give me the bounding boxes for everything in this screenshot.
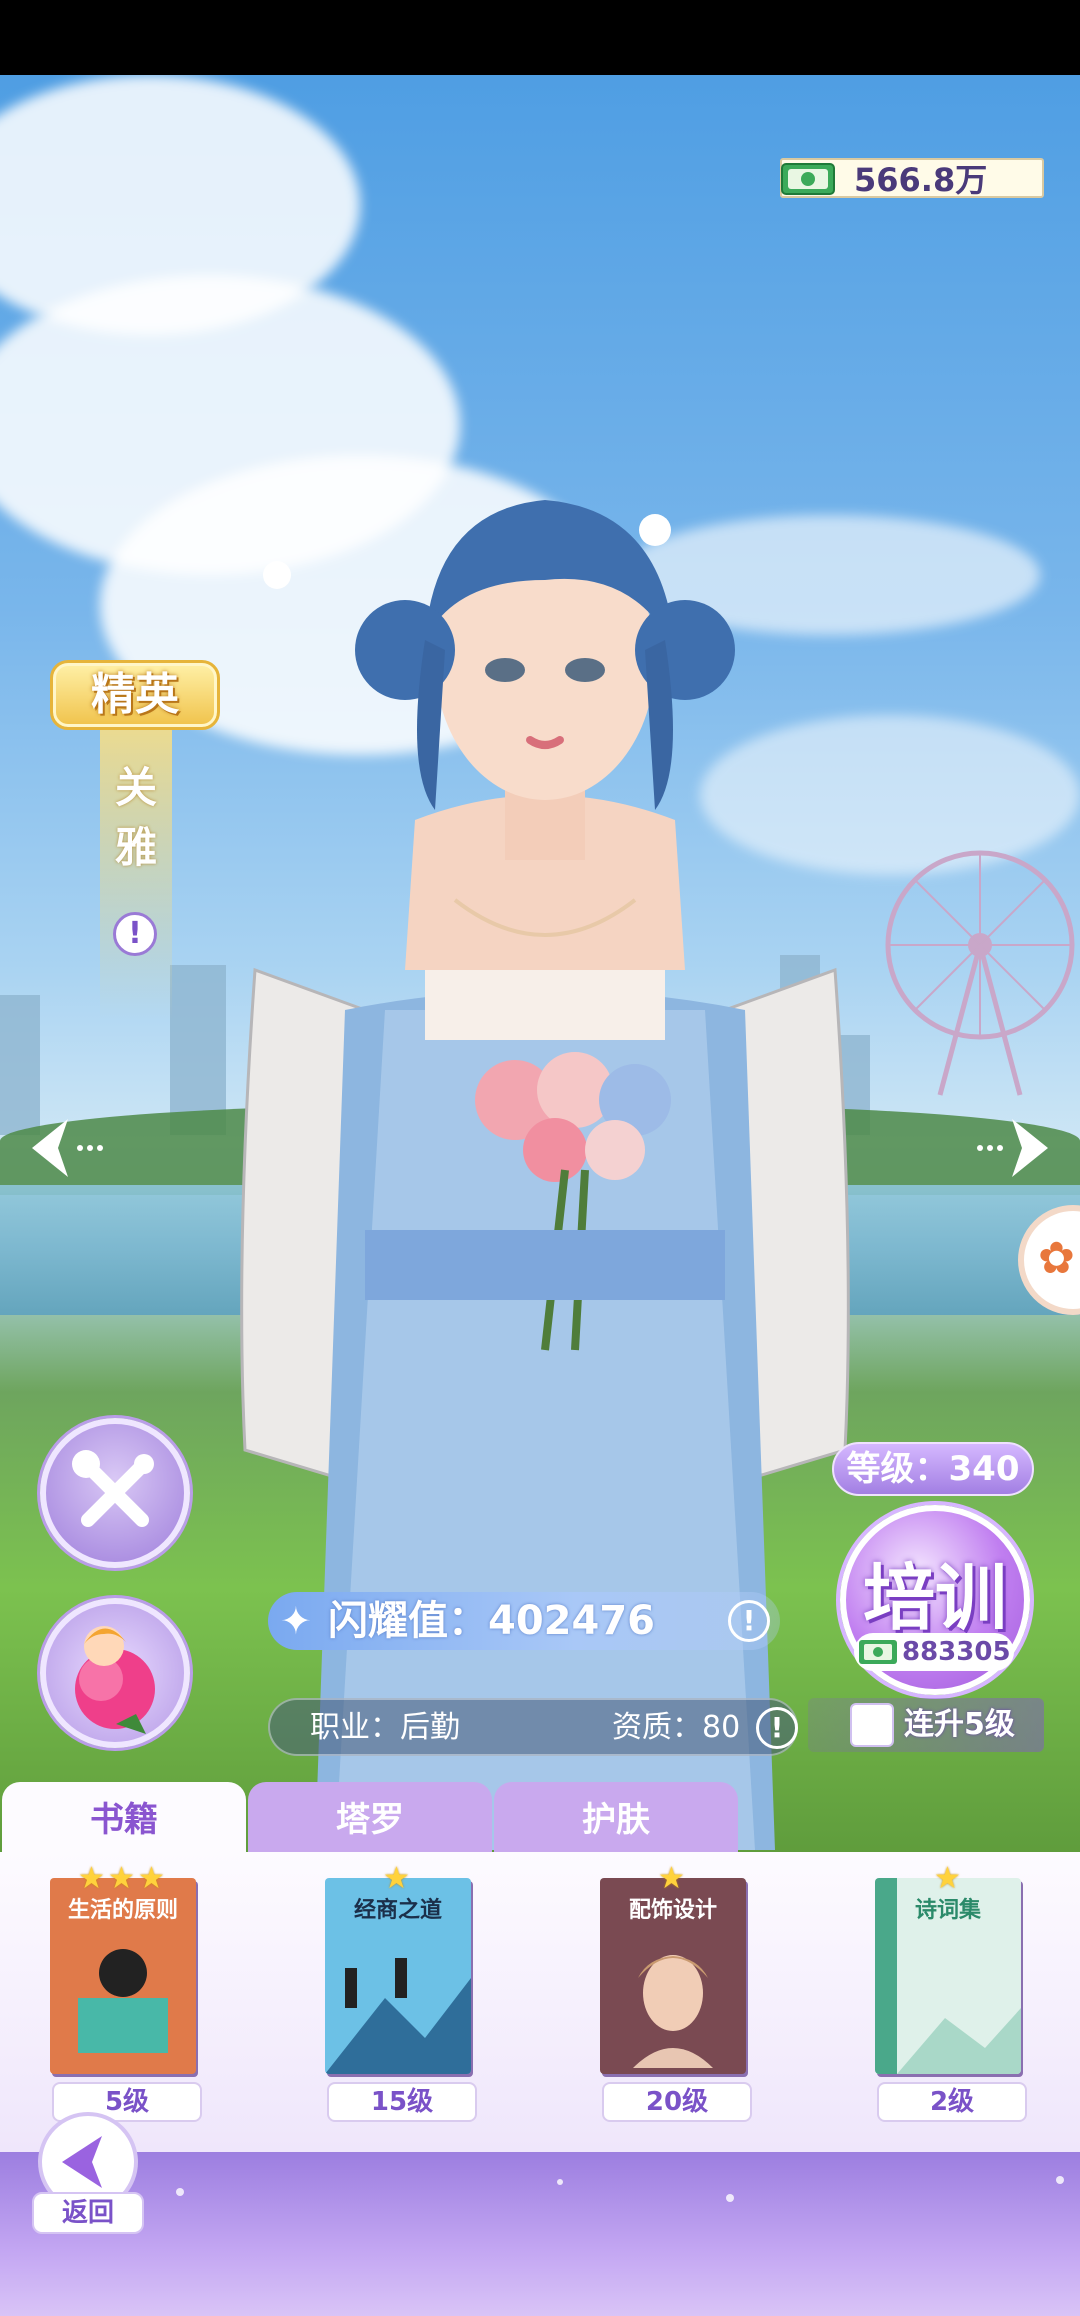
category-tabs: 书籍 塔罗 护肤 — [0, 1782, 1080, 1854]
character-level: 等级：340 — [832, 1442, 1034, 1496]
book-star-rating: ★ — [383, 1864, 413, 1898]
footer-bar — [0, 2152, 1080, 2316]
cash-icon — [781, 163, 835, 195]
multi-levelup-toggle[interactable]: 连升5级 — [808, 1698, 1044, 1752]
tools-button[interactable] — [40, 1418, 190, 1568]
book-cover-art — [78, 1949, 168, 2053]
book-level: 15级 — [327, 2082, 477, 2122]
paw-icon: ✿ — [1038, 1233, 1075, 1284]
character-name: 关雅 — [114, 763, 157, 872]
star-icon: ★ — [383, 1861, 410, 1896]
currency-display: 566.8万 — [780, 158, 1044, 199]
back-button[interactable]: 返回 — [32, 2112, 144, 2234]
train-button[interactable]: 培训 883305 — [840, 1505, 1030, 1695]
quality-info-icon[interactable]: ! — [756, 1707, 798, 1749]
book-item[interactable]: 诗词集 — [875, 1878, 1021, 2074]
shine-value-bar: ✦ 闪耀值：402476 ! — [268, 1592, 780, 1650]
back-label: 返回 — [32, 2192, 144, 2234]
companion-avatar-button[interactable] — [40, 1598, 190, 1748]
status-bar — [0, 0, 1080, 75]
star-icon: ★ — [138, 1861, 165, 1896]
star-icon: ★ — [78, 1861, 105, 1896]
quality-label: 资质：80 — [612, 1710, 741, 1745]
wrench-screwdriver-icon — [72, 1450, 154, 1527]
book-star-rating: ★ — [934, 1864, 964, 1898]
star-icon: ★ — [108, 1861, 135, 1896]
star-icon: ★ — [658, 1861, 685, 1896]
previous-character-arrow-icon[interactable] — [28, 1115, 108, 1181]
train-cost-value: 883305 — [902, 1637, 1011, 1667]
tab-books[interactable]: 书籍 — [2, 1782, 246, 1854]
book-list: 生活的原则 经商之道 配饰设计 诗词集 ★ ★ ★ ★ ★ ★ 5级 15级 20级 — [0, 1852, 1080, 2152]
book-cover-art — [325, 1958, 471, 2074]
next-character-arrow-icon[interactable] — [972, 1115, 1052, 1181]
rank-label: 精英 — [91, 669, 179, 720]
levelup-checkbox[interactable] — [850, 1703, 894, 1747]
tab-skincare[interactable]: 护肤 — [494, 1782, 738, 1854]
character-info-icon[interactable]: ! — [113, 912, 157, 956]
sparkle-icon: ✦ — [280, 1599, 312, 1643]
shine-info-icon[interactable]: ! — [728, 1600, 770, 1642]
book-item[interactable]: 配饰设计 — [600, 1878, 746, 2074]
book-cover-art — [875, 1878, 1021, 2074]
book-star-rating: ★ — [658, 1864, 688, 1898]
rank-badge: 精英 — [50, 660, 220, 730]
shine-value: 闪耀值：402476 — [328, 1598, 655, 1644]
cash-icon — [859, 1640, 897, 1664]
job-label: 职业：后勤 — [310, 1710, 460, 1745]
book-cover-art — [633, 1955, 713, 2068]
book-star-rating: ★ ★ ★ — [78, 1864, 168, 1898]
star-icon: ★ — [934, 1861, 961, 1896]
job-quality-bar: 职业：后勤 资质：80 ! — [268, 1698, 798, 1756]
ferris-wheel — [885, 850, 1075, 1096]
book-item[interactable]: 经商之道 — [325, 1878, 471, 2074]
train-label: 培训 — [862, 1556, 1007, 1640]
book-level: 20级 — [602, 2082, 752, 2122]
tab-tarot[interactable]: 塔罗 — [248, 1782, 492, 1854]
train-cost: 883305 — [854, 1633, 1014, 1671]
book-item[interactable]: 生活的原则 — [50, 1878, 196, 2074]
levelup-label: 连升5级 — [904, 1707, 1015, 1742]
character-name-ribbon: 关雅 — [100, 730, 172, 1020]
footer-sparkles — [176, 2176, 1064, 2202]
rose-fairy-icon — [75, 1626, 155, 1734]
currency-amount: 566.8万 — [854, 161, 988, 199]
book-level: 2级 — [877, 2082, 1027, 2122]
